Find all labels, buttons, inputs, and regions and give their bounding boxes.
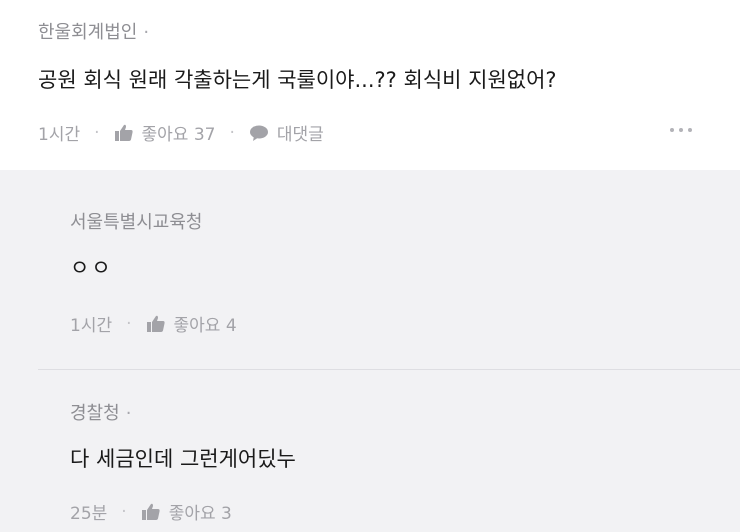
comment-author[interactable]: 경찰청 · [70,399,131,425]
thumbs-up-icon[interactable] [146,315,166,333]
comment-time: 25분 [70,504,108,524]
post-like-count[interactable]: 좋아요 37 [142,120,216,145]
comment-like-count[interactable]: 좋아요 4 [174,311,237,336]
separator-dot: · [143,22,150,43]
post-author-name[interactable]: 한울회계법인 [38,22,137,43]
reply-button[interactable]: 대댓글 [277,120,324,145]
comment-like-count[interactable]: 좋아요 3 [169,499,232,524]
dot [679,128,683,132]
separator-dot: · [121,501,127,522]
dot [688,128,692,132]
comment-body: ㅇㅇ [70,256,113,280]
post-time: 1시간 [38,125,81,145]
comment-meta: 25분 · 좋아요 3 [70,499,232,525]
separator-dot: · [229,122,235,143]
separator-dot: · [94,122,100,143]
post-meta: 1시간 · 좋아요 37 · 대댓글 [38,120,324,146]
separator-dot: · [125,403,132,424]
comment-author[interactable]: 서울특별시교육청 [70,208,202,234]
more-dots-icon[interactable] [670,122,692,138]
post-author[interactable]: 한울회계법인 · [38,18,149,44]
comment-author-name[interactable]: 경찰청 [70,403,120,424]
divider [38,369,740,370]
post: 한울회계법인 · 공원 회식 원래 각출하는게 국룰이야...?? 회식비 지원없… [0,0,740,170]
post-body: 공원 회식 원래 각출하는게 국룰이야...?? 회식비 지원없어? [38,68,557,92]
comment-meta: 1시간 · 좋아요 4 [70,311,237,337]
dot [670,128,674,132]
comment-time: 1시간 [70,316,113,336]
speech-bubble-icon[interactable] [249,124,269,142]
comment-body: 다 세금인데 그런게어딨누 [70,447,296,471]
thumbs-up-icon[interactable] [114,124,134,142]
separator-dot: · [126,313,132,334]
thumbs-up-icon[interactable] [141,503,161,521]
